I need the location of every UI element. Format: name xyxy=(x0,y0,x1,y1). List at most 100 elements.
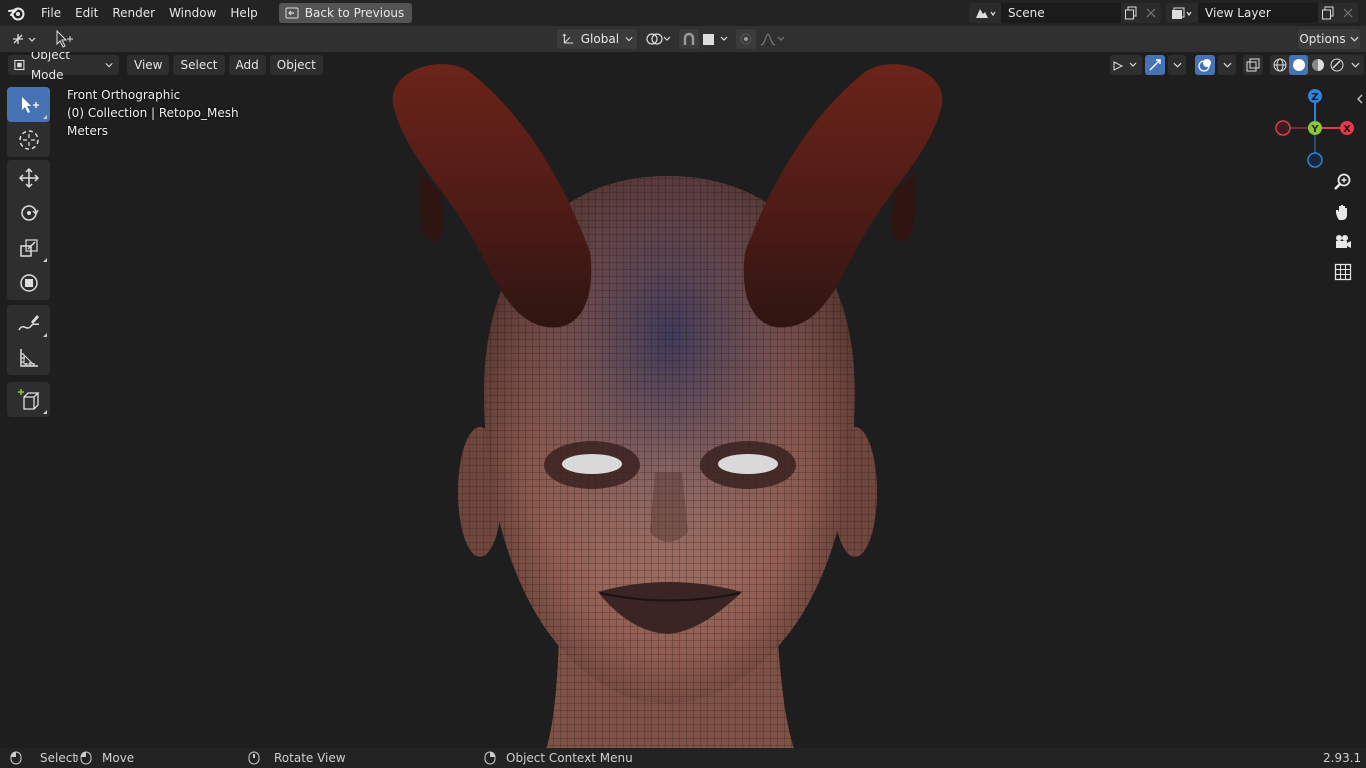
menu-render[interactable]: Render xyxy=(105,0,162,26)
shading-dropdown[interactable] xyxy=(1346,55,1364,75)
collection-info-text: (0) Collection | Retopo_Mesh xyxy=(67,106,239,120)
scene-icon xyxy=(976,9,996,18)
select-box-tool[interactable] xyxy=(7,87,50,122)
tool-group-transform xyxy=(7,160,50,300)
solid-shading-button[interactable] xyxy=(1289,55,1308,75)
delete-scene-button[interactable] xyxy=(1141,3,1161,23)
measure-tool[interactable] xyxy=(7,340,50,375)
status-context-hint: Object Context Menu xyxy=(484,748,633,768)
chevron-down-icon xyxy=(1350,62,1360,68)
mouse-middle-icon xyxy=(248,751,260,765)
options-dropdown[interactable]: Options xyxy=(1298,29,1360,49)
object-mode-icon xyxy=(14,59,25,71)
add-menu[interactable]: Add xyxy=(228,55,266,75)
snap-toggle[interactable] xyxy=(679,29,699,49)
scale-tool[interactable] xyxy=(7,230,50,265)
object-mode-dropdown[interactable]: Object Mode xyxy=(8,52,119,82)
gizmo-neg-x[interactable] xyxy=(1275,120,1291,136)
menu-help[interactable]: Help xyxy=(223,0,264,26)
selectability-dropdown[interactable] xyxy=(1110,55,1142,75)
scale-icon xyxy=(19,238,38,257)
proportional-icon xyxy=(740,33,752,45)
gizmo-neg-z[interactable] xyxy=(1307,152,1323,168)
transform-orientation-dropdown[interactable]: Global xyxy=(557,29,637,49)
menu-window[interactable]: Window xyxy=(162,0,223,26)
status-select-label: Select xyxy=(40,751,78,765)
back-icon xyxy=(285,7,299,19)
gizmo-dropdown[interactable] xyxy=(1168,55,1186,75)
demon-head-mesh xyxy=(392,64,943,748)
back-to-previous-button[interactable]: Back to Previous xyxy=(278,3,413,23)
delete-view-layer-button[interactable] xyxy=(1338,3,1358,23)
mouse-right-icon xyxy=(484,751,496,765)
wireframe-sphere-icon xyxy=(1273,58,1286,72)
object-menu[interactable]: Object xyxy=(269,55,323,75)
overlays-toggle[interactable] xyxy=(1195,55,1215,75)
move-tool[interactable] xyxy=(7,160,50,195)
falloff-dropdown[interactable] xyxy=(758,29,788,49)
zoom-button[interactable] xyxy=(1331,170,1355,194)
view-layer-name-field[interactable]: View Layer xyxy=(1198,3,1318,23)
object-mode-label: Object Mode xyxy=(30,52,70,82)
mouse-left-icon xyxy=(10,751,22,765)
top-menu-bar: File Edit Render Window Help Back to Pre… xyxy=(0,0,1366,26)
material-sphere-icon xyxy=(1311,59,1324,71)
tool-variant-marker xyxy=(43,115,47,119)
status-rotate-hint: Rotate View xyxy=(248,748,346,768)
status-context-label: Object Context Menu xyxy=(506,751,633,765)
scene-name-field[interactable]: Scene xyxy=(1001,3,1121,23)
tool-drag-button[interactable] xyxy=(52,29,76,49)
proportional-editing-toggle[interactable] xyxy=(736,29,756,49)
menu-file[interactable]: File xyxy=(34,0,68,26)
rotate-tool[interactable] xyxy=(7,195,50,230)
camera-view-button[interactable] xyxy=(1331,230,1355,254)
select-menu[interactable]: Select xyxy=(173,55,225,75)
snap-target-dropdown[interactable] xyxy=(700,29,732,49)
new-view-layer-button[interactable] xyxy=(1318,3,1338,23)
view-menu[interactable]: View xyxy=(127,55,170,75)
select-box-icon xyxy=(21,96,39,113)
chevron-down-icon xyxy=(625,37,633,42)
sidebar-toggle[interactable] xyxy=(1356,93,1366,105)
status-select-hint: Select xyxy=(10,748,77,768)
rendered-shading-button[interactable] xyxy=(1327,55,1346,75)
ortho-toggle-button[interactable] xyxy=(1331,260,1355,284)
menu-edit[interactable]: Edit xyxy=(68,0,105,26)
xray-icon xyxy=(1246,58,1260,72)
chevron-down-icon xyxy=(1350,36,1359,42)
view-name-text: Front Orthographic xyxy=(67,88,181,102)
navigation-gizmo[interactable]: Z X Y xyxy=(1270,83,1360,173)
tool-settings-header: Global Options xyxy=(0,26,1366,52)
view-layer-icon xyxy=(1172,7,1192,19)
gizmo-toggle[interactable] xyxy=(1145,55,1165,75)
status-rotate-label: Rotate View xyxy=(274,751,346,765)
rendered-sphere-icon xyxy=(1330,58,1343,72)
view-layer-selector: View Layer xyxy=(1166,3,1358,23)
pan-button[interactable] xyxy=(1331,200,1355,224)
xray-toggle[interactable] xyxy=(1243,55,1263,75)
3d-viewport[interactable]: Object Mode View Select Add Object Front… xyxy=(0,52,1366,748)
rotate-icon xyxy=(20,204,39,221)
snap-increment-icon xyxy=(703,34,728,45)
wireframe-shading-button[interactable] xyxy=(1270,55,1289,75)
transform-tool[interactable] xyxy=(7,265,50,300)
pivot-point-dropdown[interactable] xyxy=(643,29,673,49)
gizmo-y-label: Y xyxy=(1310,124,1319,135)
shading-mode-group xyxy=(1270,55,1364,75)
annotate-icon xyxy=(17,314,39,330)
overlays-dropdown[interactable] xyxy=(1218,55,1236,75)
annotate-tool[interactable] xyxy=(7,305,50,340)
add-cube-tool[interactable] xyxy=(7,382,50,417)
tool-group-add xyxy=(7,382,50,417)
new-scene-button[interactable] xyxy=(1121,3,1141,23)
orientation-icon xyxy=(562,33,574,44)
viewport-display-controls xyxy=(1110,55,1364,75)
scene-browse-button[interactable] xyxy=(969,3,1001,23)
blender-logo-icon[interactable] xyxy=(0,0,34,26)
material-shading-button[interactable] xyxy=(1308,55,1327,75)
editor-type-button[interactable] xyxy=(7,29,40,49)
view-layer-browse-button[interactable] xyxy=(1166,3,1198,23)
tool-variant-marker xyxy=(43,333,47,337)
cursor-tool[interactable] xyxy=(7,122,50,157)
status-bar: Select Move Rotate View Object Context M… xyxy=(0,748,1366,768)
